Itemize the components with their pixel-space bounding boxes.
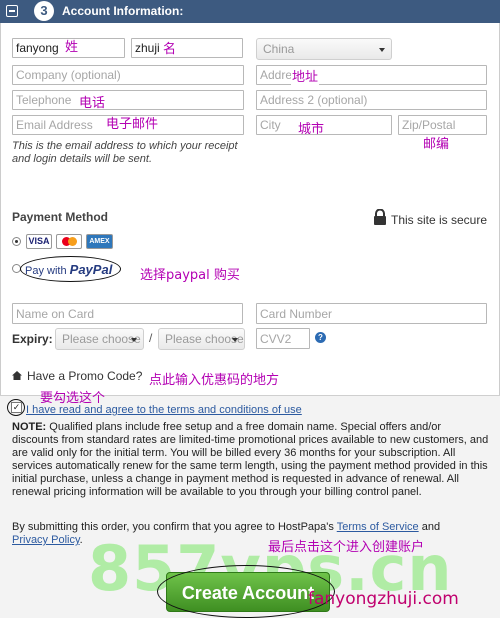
secure-text: This site is secure — [391, 213, 488, 227]
terms-link[interactable]: I have read and agree to the terms and c… — [26, 404, 302, 416]
expiry-year-select[interactable]: Please choose — [158, 328, 245, 350]
promo-annotation: 点此输入优惠码的地方 — [149, 373, 280, 388]
last-name-annotation: 名 — [163, 42, 177, 57]
visa-icon: VISA — [26, 234, 52, 249]
country-selected: China — [263, 42, 295, 56]
paypal-annotation: 选择paypal 购买 — [140, 268, 240, 283]
card-number-input[interactable] — [256, 303, 487, 324]
lock-icon — [373, 208, 387, 225]
country-select[interactable]: China — [256, 38, 392, 60]
section-title: Account Information: — [62, 4, 184, 18]
mastercard-icon — [56, 234, 82, 249]
expiry-separator: / — [149, 331, 153, 345]
card-radio[interactable] — [12, 237, 21, 246]
chevron-down-icon — [232, 338, 238, 342]
first-name-annotation: 姓 — [65, 40, 79, 55]
expiry-month-value: Please choose — [62, 332, 141, 346]
zip-input[interactable] — [398, 115, 487, 135]
amex-icon: AMEX — [86, 234, 113, 249]
company-input[interactable] — [12, 65, 244, 85]
last-name-input[interactable] — [131, 38, 243, 58]
terms-checkbox[interactable]: ✓ — [11, 402, 22, 413]
email-annotation: 电子邮件 — [106, 117, 159, 132]
paypal-logo[interactable]: Pay with PayPal — [25, 262, 112, 277]
home-icon — [12, 369, 22, 380]
expiry-month-select[interactable]: Please choose — [55, 328, 144, 350]
expiry-label: Expiry: — [12, 332, 53, 346]
site-watermark: fanyongzhuji.com — [308, 589, 459, 609]
help-icon[interactable]: ? — [315, 332, 326, 343]
address2-input[interactable] — [256, 90, 487, 110]
note-text: Qualified plans include free setup and a… — [12, 421, 489, 498]
telephone-input[interactable] — [12, 90, 244, 110]
address-annotation: 地址 — [291, 66, 320, 85]
zip-annotation: 邮编 — [423, 137, 450, 152]
note-paragraph: NOTE: Qualified plans include free setup… — [12, 421, 490, 499]
paypal-brand: PayPal — [69, 262, 113, 277]
collapse-icon[interactable] — [6, 5, 18, 17]
payment-method-title: Payment Method — [12, 210, 109, 224]
paypal-pay: Pay — [25, 265, 44, 277]
period-text: . — [79, 534, 83, 546]
telephone-annotation: 电话 — [79, 96, 106, 111]
step-number-badge: 3 — [34, 1, 54, 21]
city-annotation: 城市 — [298, 122, 325, 137]
cvv-input[interactable] — [256, 328, 310, 349]
note-label: NOTE: — [12, 421, 47, 433]
paypal-with: with — [47, 265, 67, 277]
promo-code-link[interactable]: Have a Promo Code? — [27, 369, 142, 383]
name-on-card-input[interactable] — [12, 303, 243, 324]
email-note: This is the email address to which your … — [12, 140, 238, 165]
chevron-down-icon — [131, 338, 137, 342]
privacy-link[interactable]: Privacy Policy — [12, 534, 80, 546]
chevron-down-icon — [379, 48, 385, 52]
